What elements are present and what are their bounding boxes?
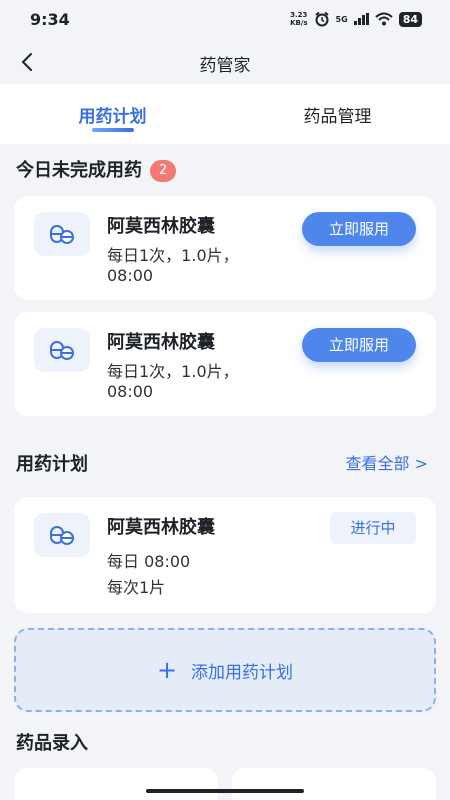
medicine-name: 阿莫西林胶囊 xyxy=(107,216,215,237)
pill-icon xyxy=(34,328,90,372)
pending-card: 阿莫西林胶囊 每日1次，1.0片， 08:00 立即服用 xyxy=(14,312,436,416)
pill-icon xyxy=(34,513,90,557)
add-plan-button[interactable]: + 添加用药计划 xyxy=(14,628,436,712)
pending-title: 今日未完成用药 xyxy=(16,160,142,181)
header: 药管家 xyxy=(0,40,450,84)
pill-icon xyxy=(34,212,90,256)
home-indicator[interactable] xyxy=(146,789,304,793)
net-speed: 3.23 KB/s xyxy=(290,11,307,27)
status-icons: 3.23 KB/s 5G 84 xyxy=(290,11,422,27)
pending-section-title: 今日未完成用药 2 xyxy=(16,156,176,182)
status-badge: 进行中 xyxy=(330,512,416,544)
page-title: 药管家 xyxy=(199,56,251,76)
network-type: 5G xyxy=(335,14,348,24)
time-text: 08:00 xyxy=(107,382,154,401)
plan-card[interactable]: 阿莫西林胶囊 每日 08:00 每次1片 进行中 xyxy=(14,497,436,613)
net-speed-unit: KB/s xyxy=(290,19,308,27)
view-all-link[interactable]: 查看全部 > xyxy=(346,450,429,474)
status-time: 9:34 xyxy=(30,10,70,29)
tab-medicine-management[interactable]: 药品管理 xyxy=(225,84,450,144)
battery-icon: 84 xyxy=(398,11,422,27)
signal-icon xyxy=(353,13,369,25)
tab-bar: 用药计划 药品管理 xyxy=(0,84,450,144)
medicine-name: 阿莫西林胶囊 xyxy=(107,332,215,353)
time-text: 08:00 xyxy=(107,266,154,285)
net-speed-value: 3.23 xyxy=(290,11,308,19)
pending-card: 阿莫西林胶囊 每日1次，1.0片， 08:00 立即服用 xyxy=(14,196,436,300)
add-plan-label: 添加用药计划 xyxy=(191,662,294,683)
take-now-button[interactable]: 立即服用 xyxy=(302,328,416,362)
wifi-icon xyxy=(375,12,393,26)
entry-section-title: 药品录入 xyxy=(16,733,88,754)
dose-text: 每日1次，1.0片， xyxy=(107,246,239,265)
schedule-text: 每日 08:00 xyxy=(107,552,191,571)
plans-section-title: 用药计划 xyxy=(16,454,88,475)
entry-card[interactable] xyxy=(232,768,436,800)
dose-text: 每日1次，1.0片， xyxy=(107,362,239,381)
dose-text: 每次1片 xyxy=(107,578,166,597)
tab-medication-plan[interactable]: 用药计划 xyxy=(0,84,225,144)
plus-icon: + xyxy=(156,656,178,684)
take-now-button[interactable]: 立即服用 xyxy=(302,212,416,246)
alarm-icon xyxy=(314,11,329,27)
entry-card[interactable] xyxy=(14,768,218,800)
pending-count-badge: 2 xyxy=(150,160,176,182)
medicine-name: 阿莫西林胶囊 xyxy=(107,517,215,538)
status-bar: 9:34 3.23 KB/s 5G 84 xyxy=(0,0,450,40)
